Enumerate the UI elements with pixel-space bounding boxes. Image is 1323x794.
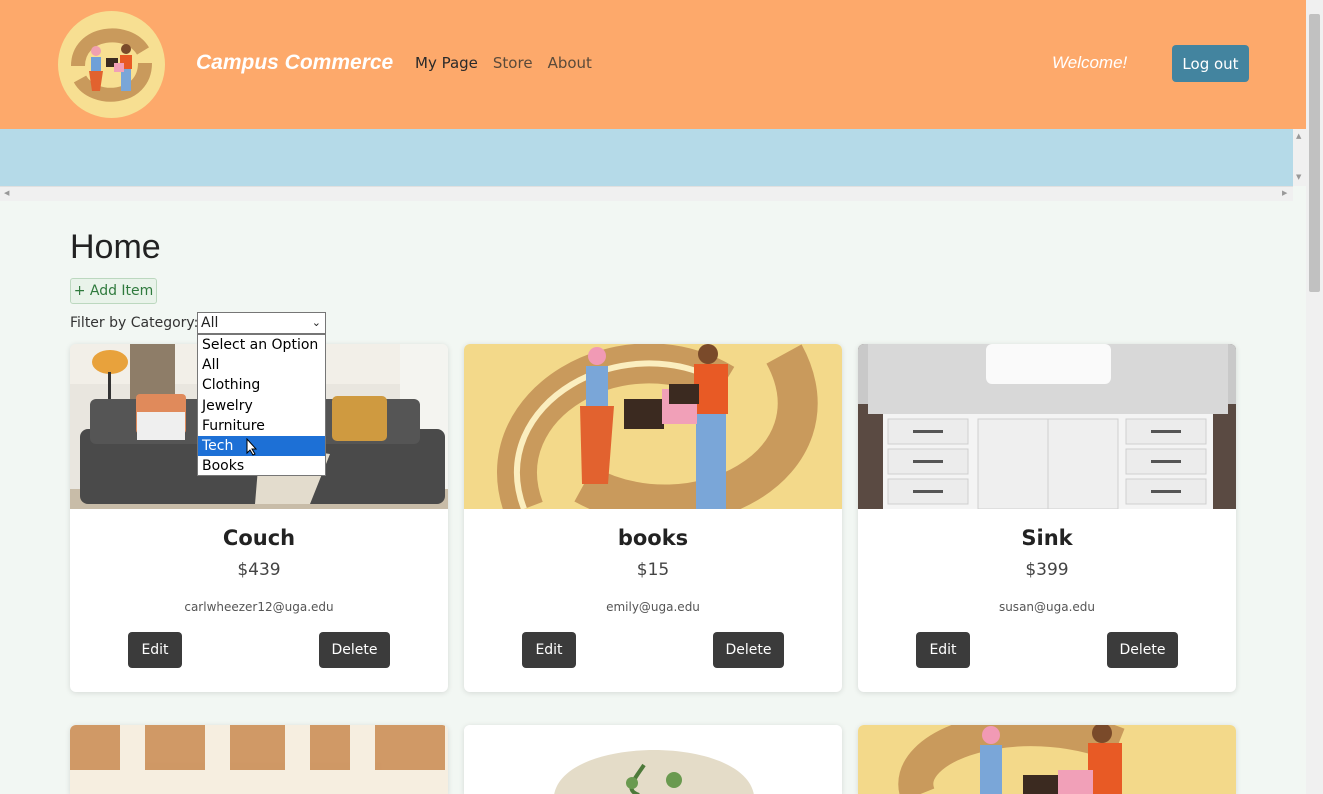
edit-button[interactable]: Edit bbox=[916, 632, 970, 668]
top-navbar: Campus Commerce My Page Store About Welc… bbox=[0, 0, 1306, 129]
delete-button[interactable]: Delete bbox=[319, 632, 390, 668]
item-seller-email: carlwheezer12@uga.edu bbox=[184, 600, 334, 614]
item-card-sink: Sink $399 susan@uga.edu Edit Delete bbox=[858, 344, 1236, 692]
item-title: Sink bbox=[1021, 526, 1073, 550]
category-select[interactable]: All ⌄ bbox=[197, 312, 326, 334]
option-books[interactable]: Books bbox=[198, 456, 325, 476]
sink-image bbox=[858, 344, 1236, 509]
banner-horizontal-scrollbar[interactable]: ◀ ▶ bbox=[0, 186, 1293, 201]
category-dropdown-list[interactable]: Select an Option All Clothing Jewelry Fu… bbox=[197, 334, 326, 476]
nav-about[interactable]: About bbox=[548, 54, 592, 72]
scroll-down-icon[interactable]: ▼ bbox=[1296, 173, 1301, 181]
item-image bbox=[464, 725, 842, 794]
logout-button[interactable]: Log out bbox=[1172, 45, 1249, 82]
page-title: Home bbox=[70, 228, 161, 266]
mouse-pointer-icon bbox=[246, 437, 258, 460]
option-furniture[interactable]: Furniture bbox=[198, 416, 325, 436]
brand-name[interactable]: Campus Commerce bbox=[196, 51, 393, 75]
scroll-up-icon[interactable]: ▲ bbox=[1296, 132, 1301, 140]
welcome-text: Welcome! bbox=[1052, 53, 1128, 72]
item-price: $15 bbox=[636, 560, 670, 580]
edit-button[interactable]: Edit bbox=[522, 632, 576, 668]
nav-my-page[interactable]: My Page bbox=[415, 54, 478, 72]
scroll-left-icon[interactable]: ◀ bbox=[4, 189, 9, 197]
item-seller-email: emily@uga.edu bbox=[606, 600, 700, 614]
option-all[interactable]: All bbox=[198, 355, 325, 375]
delete-button[interactable]: Delete bbox=[1107, 632, 1178, 668]
page-scrollbar-thumb[interactable] bbox=[1309, 14, 1320, 292]
option-jewelry[interactable]: Jewelry bbox=[198, 396, 325, 416]
item-price: $399 bbox=[1025, 560, 1069, 580]
campus-commerce-logo[interactable] bbox=[58, 11, 165, 118]
item-seller-email: susan@uga.edu bbox=[998, 600, 1096, 614]
item-card-partial bbox=[70, 725, 448, 794]
option-clothing[interactable]: Clothing bbox=[198, 375, 325, 395]
delete-button[interactable]: Delete bbox=[713, 632, 784, 668]
add-item-button[interactable]: + Add Item bbox=[70, 278, 157, 304]
option-tech[interactable]: Tech bbox=[198, 435, 325, 457]
scroll-right-icon[interactable]: ▶ bbox=[1282, 189, 1287, 197]
item-card-partial bbox=[858, 725, 1236, 794]
main-nav: My Page Store About bbox=[415, 54, 592, 72]
edit-button[interactable]: Edit bbox=[128, 632, 182, 668]
item-card-books: books $15 emily@uga.edu Edit Delete bbox=[464, 344, 842, 692]
item-card-partial bbox=[464, 725, 842, 794]
item-title: Couch bbox=[222, 526, 296, 550]
option-select-an-option[interactable]: Select an Option bbox=[198, 335, 325, 355]
nav-store[interactable]: Store bbox=[493, 54, 533, 72]
item-image bbox=[858, 725, 1236, 794]
chevron-down-icon: ⌄ bbox=[311, 316, 321, 329]
banner-vertical-scrollbar[interactable]: ▲ ▼ bbox=[1293, 129, 1306, 186]
item-price: $439 bbox=[237, 560, 281, 580]
item-title: books bbox=[617, 526, 689, 550]
filter-label: Filter by Category: bbox=[70, 315, 199, 331]
item-image bbox=[70, 725, 448, 794]
books-image bbox=[464, 344, 842, 509]
category-select-value: All bbox=[201, 315, 219, 331]
banner-frame bbox=[0, 129, 1293, 186]
